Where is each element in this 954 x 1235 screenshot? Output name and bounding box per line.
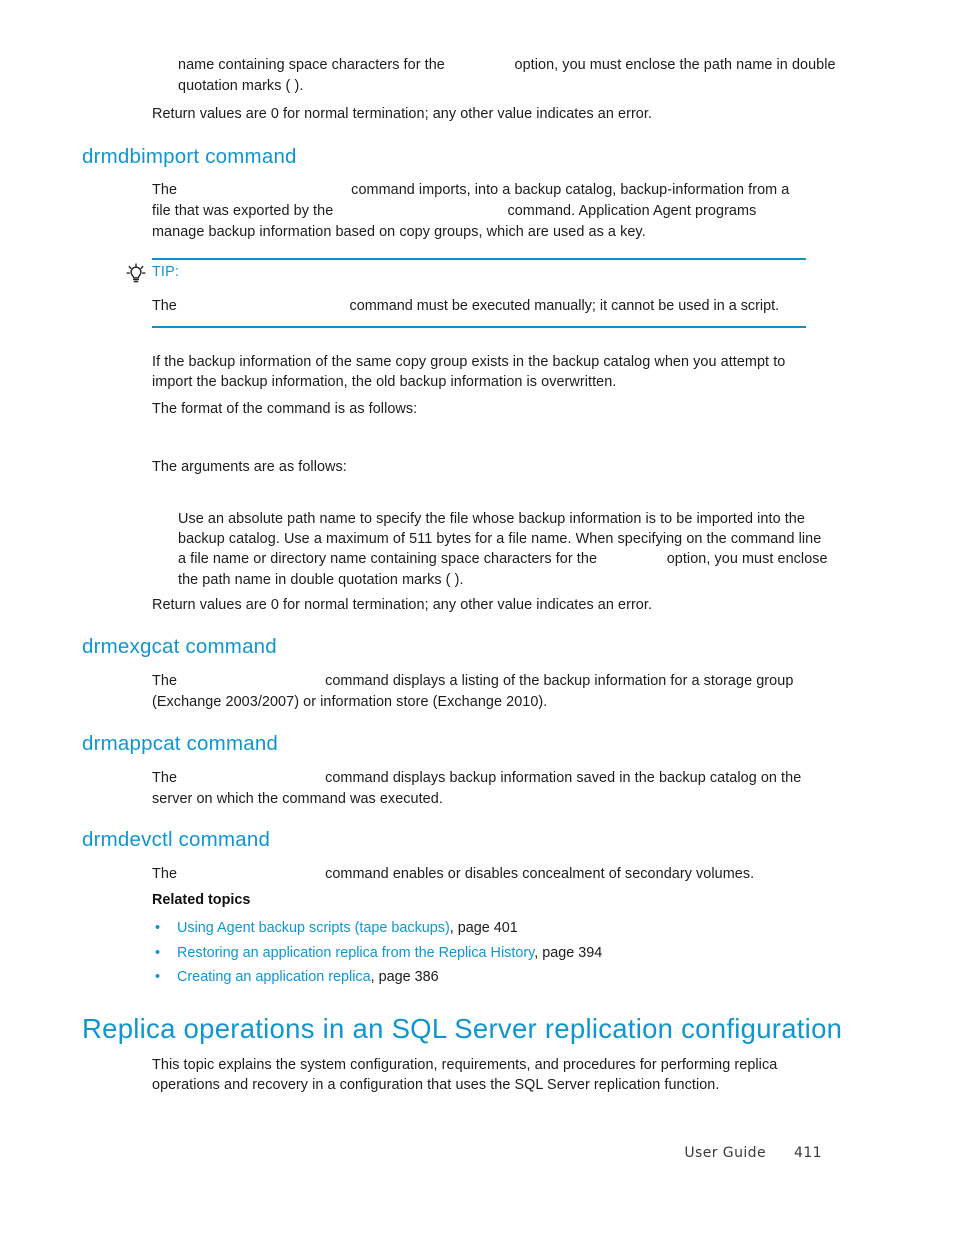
replica-operations-paragraph: This topic explains the system configura… — [152, 1057, 778, 1093]
inline-command-slot — [177, 181, 351, 201]
tip-body-pre: The — [152, 298, 177, 314]
related-topics-label: Related topics — [152, 892, 251, 908]
return-values-paragraph-1: Return values are 0 for normal terminati… — [152, 106, 653, 122]
inline-command-slot — [177, 865, 325, 885]
document-page: name containing space characters for the… — [0, 0, 954, 1235]
related-topic-link[interactable]: Using Agent backup scripts (tape backups… — [177, 920, 450, 936]
related-topic-link[interactable]: Creating an application replica — [177, 969, 371, 985]
list-item: • Restoring an application replica from … — [152, 941, 602, 966]
related-topic-page-ref: , page 394 — [534, 944, 603, 961]
tip-rule-top — [152, 258, 806, 260]
continued-paragraph-post: option, you must enclose the path name i… — [514, 57, 836, 73]
continued-paragraph-pre: name containing space characters for the — [178, 57, 445, 73]
drmdbimport-desc-pre: The — [152, 182, 178, 198]
related-topics-list: • Using Agent backup scripts (tape backu… — [152, 916, 602, 990]
drmexgcat-description: The command displays a listing of the ba… — [152, 671, 842, 712]
heading-drmdbimport: drmdbimport command — [82, 145, 297, 168]
heading-drmappcat: drmappcat command — [82, 732, 279, 755]
return-values-paragraph-2: Return values are 0 for normal terminati… — [152, 597, 653, 613]
drmdevctl-desc-post: command enables or disables concealment … — [325, 866, 755, 882]
inline-command-slot — [597, 550, 667, 570]
overwrite-note-paragraph: If the backup information of the same co… — [152, 354, 786, 390]
drmexgcat-desc-pre: The — [152, 673, 178, 689]
drmdevctl-desc-pre: The — [152, 866, 178, 882]
heading-drmdevctl: drmdevctl command — [82, 828, 271, 851]
footer-guide-label: User Guide — [684, 1145, 767, 1161]
inline-command-slot — [177, 297, 350, 317]
related-topic-page-ref: , page 386 — [370, 969, 439, 985]
arguments-intro-paragraph: The arguments are as follows: — [152, 459, 347, 475]
bullet-icon: • — [155, 944, 161, 961]
bullet-icon: • — [155, 920, 161, 936]
related-topic-page-ref: , page 401 — [449, 920, 518, 936]
page-footer: User Guide 411 — [0, 1143, 954, 1163]
tip-body: The command must be executed manually; i… — [152, 296, 779, 317]
heading-replica-operations: Replica operations in an SQL Server repl… — [82, 1013, 843, 1044]
continued-paragraph: name containing space characters for the… — [178, 55, 858, 96]
format-intro-paragraph: The format of the command is as follows: — [152, 401, 418, 417]
footer-page-number: 411 — [794, 1145, 822, 1161]
related-topic-link[interactable]: Restoring an application replica from th… — [177, 945, 534, 961]
list-item: • Using Agent backup scripts (tape backu… — [152, 916, 602, 941]
tip-label: TIP: — [152, 264, 179, 280]
tip-rule-bottom — [152, 326, 806, 328]
list-item: • Creating an application replica, page … — [152, 965, 602, 990]
drmappcat-description: The command displays backup information … — [152, 768, 832, 809]
lightbulb-icon — [125, 263, 147, 285]
drmappcat-desc-pre: The — [152, 770, 178, 786]
inline-command-slot — [177, 769, 325, 789]
drmdevctl-description: The command enables or disables concealm… — [152, 864, 832, 885]
tip-body-post: command must be executed manually; it ca… — [349, 298, 780, 314]
inline-command-slot — [333, 202, 507, 222]
command-format-code-block — [178, 424, 638, 441]
bullet-icon: • — [155, 969, 161, 985]
inline-command-slot — [445, 56, 515, 76]
inline-command-slot — [177, 672, 325, 692]
argument-description: Use an absolute path name to specify the… — [178, 509, 833, 590]
continued-paragraph-line2: quotation marks ( ). — [178, 78, 304, 94]
heading-drmexgcat: drmexgcat command — [82, 635, 277, 658]
drmdbimport-description: The command imports, into a backup catal… — [152, 180, 812, 242]
